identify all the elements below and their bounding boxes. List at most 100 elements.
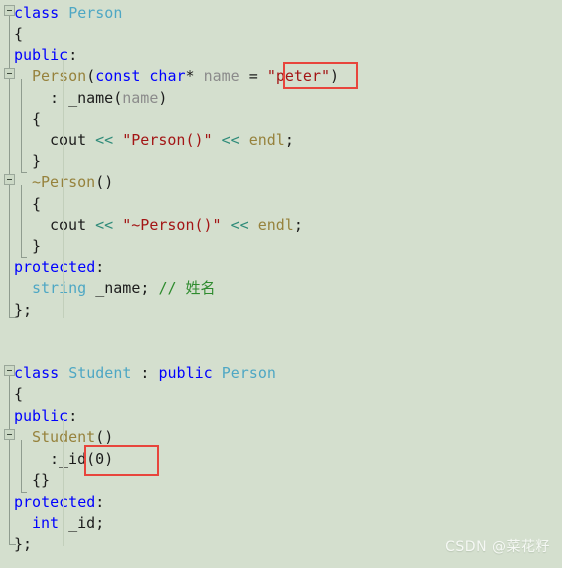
code-token: "~Person()" bbox=[122, 216, 222, 234]
code-token: << bbox=[95, 131, 114, 149]
indent-guide-student-body bbox=[63, 420, 64, 546]
code-token: : bbox=[50, 450, 60, 468]
code-token: ) bbox=[104, 450, 114, 468]
code-line[interactable]: { bbox=[0, 194, 562, 215]
code-line[interactable]: cout << "Person()" << endl; bbox=[0, 130, 562, 151]
code-line[interactable]: :_id(0) bbox=[0, 449, 562, 470]
code-token: 0 bbox=[95, 450, 105, 468]
code-line[interactable]: public: bbox=[0, 45, 562, 66]
code-token: ) bbox=[330, 67, 340, 85]
code-token: Person bbox=[68, 4, 123, 22]
code-token: ; bbox=[140, 279, 159, 297]
code-line[interactable]: protected: bbox=[0, 492, 562, 513]
code-token: : bbox=[68, 407, 78, 425]
code-token: cout bbox=[50, 216, 87, 234]
code-token: endl bbox=[248, 131, 285, 149]
code-token: int bbox=[32, 514, 60, 532]
code-token: : bbox=[68, 46, 78, 64]
code-token: Person bbox=[32, 67, 87, 85]
code-token: endl bbox=[257, 216, 294, 234]
code-token: string bbox=[32, 279, 87, 297]
code-token: char bbox=[149, 67, 186, 85]
code-line[interactable]: { bbox=[0, 109, 562, 130]
code-token: = bbox=[239, 67, 267, 85]
code-token: public bbox=[158, 364, 213, 382]
code-token: Person bbox=[221, 364, 276, 382]
code-line[interactable]: int _id; bbox=[0, 513, 562, 534]
code-token: {} bbox=[32, 471, 51, 489]
code-line[interactable]: string _name; // 姓名 bbox=[0, 278, 562, 299]
code-token: Student bbox=[68, 364, 132, 382]
code-token: << bbox=[95, 216, 114, 234]
watermark: CSDN @菜花籽 bbox=[445, 539, 550, 555]
code-token: << bbox=[230, 216, 249, 234]
code-line[interactable]: protected: bbox=[0, 257, 562, 278]
code-token: () bbox=[95, 173, 114, 191]
code-token: _name bbox=[95, 279, 141, 297]
code-token: "Person()" bbox=[122, 131, 213, 149]
code-line[interactable]: public: bbox=[0, 406, 562, 427]
code-token: : bbox=[50, 89, 69, 107]
code-line[interactable]: cout << "~Person()" << endl; bbox=[0, 215, 562, 236]
code-line[interactable]: Student() bbox=[0, 427, 562, 448]
code-token: : bbox=[95, 493, 105, 511]
code-token: } bbox=[32, 237, 42, 255]
code-content[interactable]: class Person{public: Person(const char* n… bbox=[0, 0, 562, 568]
code-line[interactable]: }; bbox=[0, 300, 562, 321]
code-token: { bbox=[32, 195, 42, 213]
code-token: _id bbox=[68, 514, 96, 532]
code-line[interactable]: Person(const char* name = "peter") bbox=[0, 66, 562, 87]
code-line[interactable]: class Person bbox=[0, 3, 562, 24]
code-line[interactable]: {} bbox=[0, 470, 562, 491]
code-token: protected bbox=[14, 258, 96, 276]
code-token: } bbox=[32, 152, 42, 170]
code-token: ( bbox=[86, 67, 96, 85]
code-token: ) bbox=[158, 89, 168, 107]
code-token: name bbox=[203, 67, 240, 85]
indent-guide-person-body bbox=[63, 60, 64, 318]
code-line[interactable]: { bbox=[0, 384, 562, 405]
code-line[interactable]: } bbox=[0, 151, 562, 172]
code-token: protected bbox=[14, 493, 96, 511]
code-token: name bbox=[122, 89, 159, 107]
code-token: const bbox=[95, 67, 141, 85]
code-line[interactable]: class Student : public Person bbox=[0, 363, 562, 384]
code-line[interactable]: ~Person() bbox=[0, 172, 562, 193]
code-token: public bbox=[14, 407, 69, 425]
code-token: }; bbox=[14, 301, 33, 319]
code-token: public bbox=[14, 46, 69, 64]
code-token: ; bbox=[284, 131, 294, 149]
code-token: ; bbox=[95, 514, 105, 532]
code-token: : bbox=[95, 258, 105, 276]
code-line[interactable]: : _name(name) bbox=[0, 88, 562, 109]
code-token: ; bbox=[293, 216, 303, 234]
code-token: class bbox=[14, 4, 60, 22]
code-token: << bbox=[221, 131, 240, 149]
code-line[interactable]: } bbox=[0, 236, 562, 257]
code-token: cout bbox=[50, 131, 87, 149]
code-token: * bbox=[185, 67, 195, 85]
code-token: { bbox=[32, 110, 42, 128]
code-line[interactable]: { bbox=[0, 24, 562, 45]
code-token: ( bbox=[86, 450, 96, 468]
code-token: { bbox=[14, 25, 24, 43]
code-token: { bbox=[14, 385, 24, 403]
code-token: // 姓名 bbox=[158, 279, 216, 297]
code-editor[interactable]: class Person{public: Person(const char* n… bbox=[0, 0, 562, 568]
code-token: "peter" bbox=[266, 67, 331, 85]
code-token: class bbox=[14, 364, 60, 382]
code-token: : bbox=[131, 364, 159, 382]
code-token: ( bbox=[113, 89, 123, 107]
code-token: _name bbox=[68, 89, 114, 107]
